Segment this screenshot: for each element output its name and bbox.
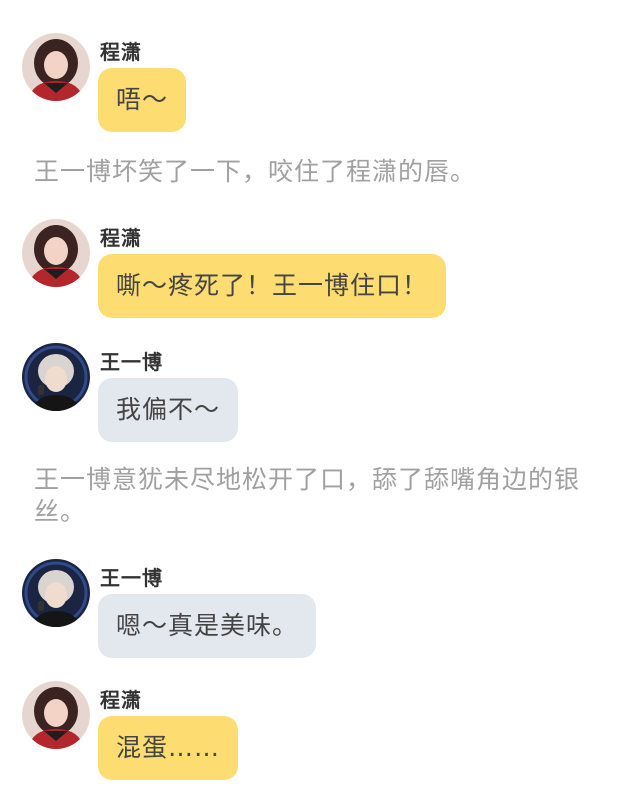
message-bubble[interactable]: 嗯～真是美味。 [98, 594, 317, 658]
message-bubble[interactable]: 嘶～疼死了！王一博住口！ [98, 254, 447, 318]
cheng-xiao-avatar-icon[interactable] [22, 33, 90, 101]
message-bubble[interactable]: 唔～ [98, 68, 187, 132]
narration-text: 王一博坏笑了一下，咬住了程潇的唇。 [34, 157, 477, 186]
chat-page: 程潇 唔～ 王一博坏笑了一下，咬住了程潇的唇。 程潇 嘶～疼死了！王一博住口！ [0, 0, 640, 806]
wang-yibo-avatar-icon[interactable] [22, 559, 90, 627]
cheng-xiao-avatar-icon[interactable] [22, 219, 90, 287]
sender-name: 王一博 [100, 350, 163, 374]
cheng-xiao-avatar-icon[interactable] [22, 681, 90, 749]
sender-name: 程潇 [100, 226, 142, 250]
sender-name: 程潇 [100, 688, 142, 712]
message-bubble[interactable]: 我偏不～ [98, 378, 239, 442]
narration-text: 王一博意犹未尽地松开了口，舔了舔嘴角边的银丝。 [34, 465, 581, 526]
message-bubble[interactable]: 混蛋…… [98, 716, 239, 780]
sender-name: 程潇 [100, 40, 142, 64]
wang-yibo-avatar-icon[interactable] [22, 343, 90, 411]
sender-name: 王一博 [100, 566, 163, 590]
